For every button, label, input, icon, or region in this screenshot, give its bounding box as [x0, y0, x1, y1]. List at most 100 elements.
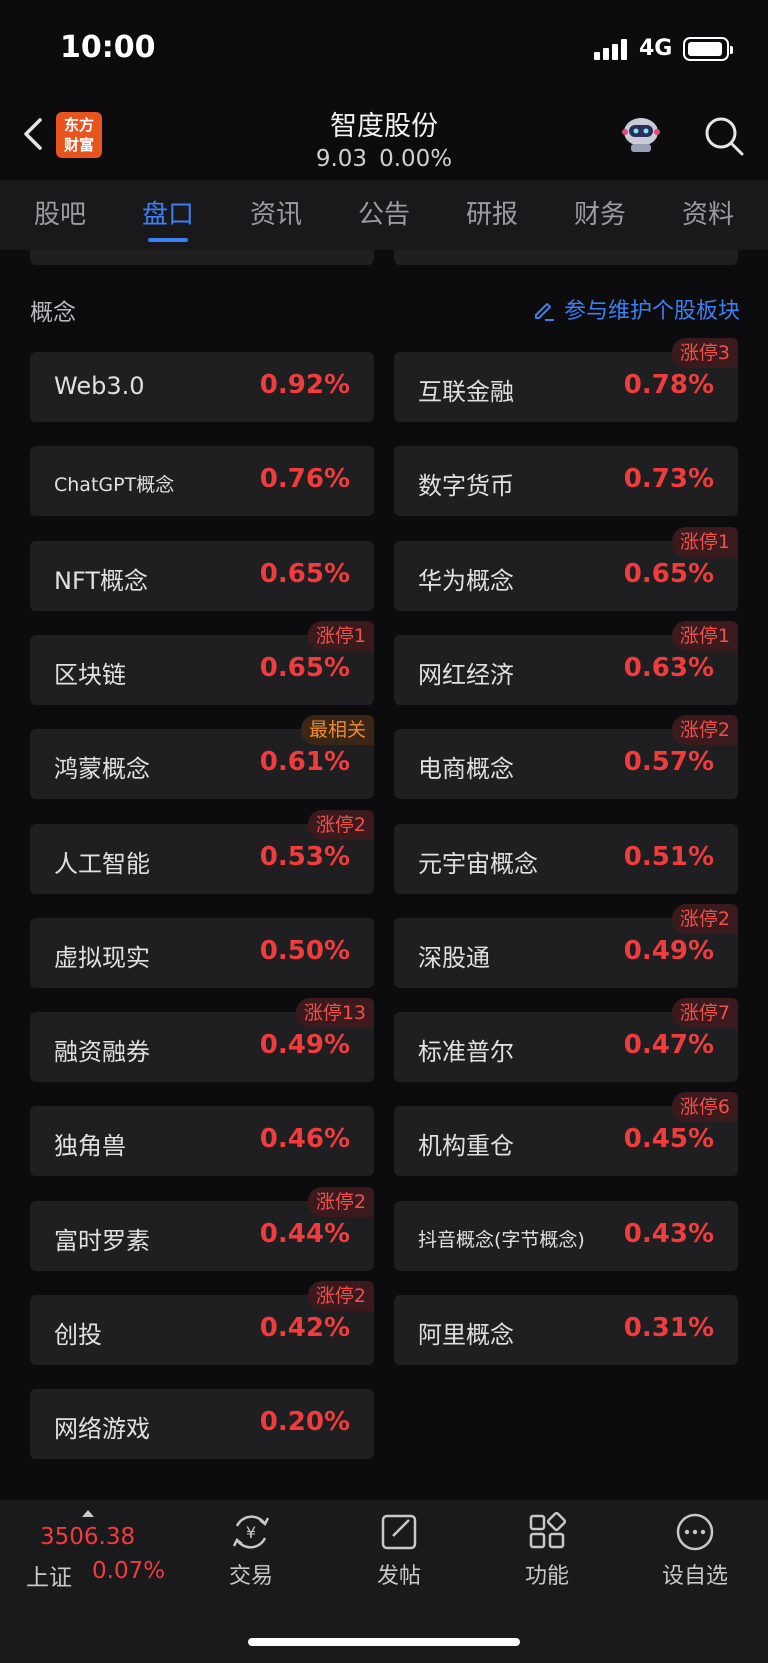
concept-card[interactable]: 鸿蒙概念 0.61% 最相关 — [30, 715, 374, 799]
concept-change: 0.73% — [623, 464, 714, 494]
concept-card[interactable]: 虚拟现实 0.50% — [30, 918, 374, 988]
maintain-sectors-label: 参与维护个股板块 — [563, 299, 740, 324]
concept-card[interactable]: 华为概念 0.65% 涨停1 — [394, 527, 738, 611]
concept-card[interactable]: 阿里概念 0.31% — [394, 1295, 738, 1365]
concept-card[interactable]: 互联金融 0.78% 涨停3 — [394, 338, 738, 422]
concept-card[interactable]: 抖音概念(字节概念) 0.43% — [394, 1201, 738, 1271]
nav-post[interactable]: 发帖 — [344, 1512, 454, 1590]
concept-card[interactable]: 人工智能 0.53% 涨停2 — [30, 810, 374, 894]
nav-post-label: 发帖 — [376, 1564, 421, 1589]
concept-name: 创投 — [54, 1321, 102, 1349]
svg-text:¥: ¥ — [246, 1523, 256, 1542]
nav-trade[interactable]: ¥ 交易 — [196, 1512, 306, 1590]
concept-badge: 涨停1 — [307, 621, 374, 651]
concept-card[interactable]: 区块链 0.65% 涨停1 — [30, 621, 374, 705]
concept-change: 0.65% — [623, 559, 714, 589]
concept-change: 0.46% — [259, 1124, 350, 1154]
concept-name: 电商概念 — [418, 755, 514, 783]
concept-change: 0.78% — [623, 370, 714, 400]
functions-grid-icon — [529, 1512, 567, 1549]
tab-profile[interactable]: 资料 — [668, 194, 748, 231]
concept-card[interactable]: 融资融券 0.49% 涨停13 — [30, 998, 374, 1082]
pencil-icon — [534, 303, 554, 321]
concept-change: 0.44% — [259, 1219, 350, 1249]
stock-change: 0.00% — [379, 146, 453, 172]
more-dots-icon — [676, 1513, 714, 1551]
concept-card[interactable]: 网红经济 0.63% 涨停1 — [394, 621, 738, 705]
home-indicator — [248, 1638, 520, 1646]
concept-change: 0.63% — [623, 653, 714, 683]
concept-name: 网络游戏 — [54, 1415, 150, 1443]
nav-functions[interactable]: 功能 — [492, 1512, 602, 1590]
status-time: 10:00 — [60, 30, 156, 65]
maintain-sectors-link[interactable]: 参与维护个股板块 — [532, 293, 740, 325]
concept-badge: 涨停2 — [671, 904, 738, 934]
concept-card[interactable]: ChatGPT概念 0.76% — [30, 446, 374, 516]
concept-name: 元宇宙概念 — [418, 850, 538, 878]
concept-change: 0.92% — [259, 370, 350, 400]
concept-name: 标准普尔 — [418, 1038, 514, 1066]
concept-badge: 涨停13 — [295, 998, 374, 1028]
expand-up-icon[interactable] — [82, 1510, 94, 1517]
concept-change: 0.50% — [259, 936, 350, 966]
concept-badge: 涨停2 — [671, 715, 738, 745]
concept-card[interactable]: 电商概念 0.57% 涨停2 — [394, 715, 738, 799]
tab-guba[interactable]: 股吧 — [20, 194, 100, 231]
concept-change: 0.20% — [259, 1407, 350, 1437]
concept-badge: 涨停3 — [671, 338, 738, 368]
nav-add-watchlist-label: 设自选 — [661, 1564, 728, 1589]
concept-change: 0.49% — [623, 936, 714, 966]
robot-assistant-icon[interactable] — [619, 114, 663, 154]
concept-badge: 涨停1 — [671, 621, 738, 651]
concept-name: 区块链 — [54, 661, 126, 689]
concept-name: 抖音概念(字节概念) — [418, 1229, 585, 1251]
nav-add-watchlist[interactable]: 设自选 — [640, 1512, 750, 1590]
tab-announcements[interactable]: 公告 — [344, 194, 424, 231]
concept-name: NFT概念 — [54, 567, 148, 595]
concept-name: 机构重仓 — [418, 1132, 514, 1160]
concept-change: 0.76% — [259, 464, 350, 494]
tab-research[interactable]: 研报 — [452, 194, 532, 231]
nav-trade-label: 交易 — [228, 1564, 273, 1589]
concept-card[interactable]: 标准普尔 0.47% 涨停7 — [394, 998, 738, 1082]
concept-change: 0.47% — [623, 1030, 714, 1060]
concept-card[interactable]: Web3.0 0.92% — [30, 352, 374, 422]
tab-news[interactable]: 资讯 — [236, 194, 316, 231]
concept-name: 数字货币 — [418, 472, 514, 500]
concept-change: 0.53% — [259, 842, 350, 872]
concept-change: 0.45% — [623, 1124, 714, 1154]
concept-name: 网红经济 — [418, 661, 514, 689]
concept-card[interactable]: 深股通 0.49% 涨停2 — [394, 904, 738, 988]
index-change[interactable]: 0.07% — [92, 1558, 165, 1584]
concept-badge: 最相关 — [300, 715, 374, 745]
concept-change: 0.65% — [259, 559, 350, 589]
concept-badge: 涨停6 — [671, 1092, 738, 1122]
concept-badge: 涨停2 — [307, 810, 374, 840]
concept-change: 0.49% — [259, 1030, 350, 1060]
concept-name: 深股通 — [418, 944, 490, 972]
concept-badge: 涨停7 — [671, 998, 738, 1028]
tab-finance[interactable]: 财务 — [560, 194, 640, 231]
concept-badge: 涨停2 — [307, 1281, 374, 1311]
concept-card[interactable]: 独角兽 0.46% — [30, 1106, 374, 1176]
trade-yen-icon: ¥ — [232, 1515, 270, 1549]
search-icon[interactable] — [702, 114, 746, 158]
index-name[interactable]: 上证 — [26, 1558, 72, 1592]
concept-name: Web3.0 — [54, 372, 145, 400]
status-bar: 10:00 4G — [0, 0, 768, 90]
concept-name: 阿里概念 — [418, 1321, 514, 1349]
concept-card[interactable]: 数字货币 0.73% — [394, 446, 738, 516]
index-value[interactable]: 3506.38 — [40, 1524, 135, 1550]
tab-pankou[interactable]: 盘口 — [128, 194, 208, 231]
concept-name: ChatGPT概念 — [54, 474, 175, 496]
previous-card-stub — [30, 250, 374, 265]
concept-change: 0.42% — [259, 1313, 350, 1343]
concept-card[interactable]: 富时罗素 0.44% 涨停2 — [30, 1187, 374, 1271]
concept-card[interactable]: NFT概念 0.65% — [30, 541, 374, 611]
concept-name: 人工智能 — [54, 850, 150, 878]
concept-card[interactable]: 创投 0.42% 涨停2 — [30, 1281, 374, 1365]
post-edit-icon — [381, 1514, 417, 1550]
concept-card[interactable]: 元宇宙概念 0.51% — [394, 824, 738, 894]
concept-card[interactable]: 网络游戏 0.20% — [30, 1389, 374, 1459]
concept-card[interactable]: 机构重仓 0.45% 涨停6 — [394, 1092, 738, 1176]
